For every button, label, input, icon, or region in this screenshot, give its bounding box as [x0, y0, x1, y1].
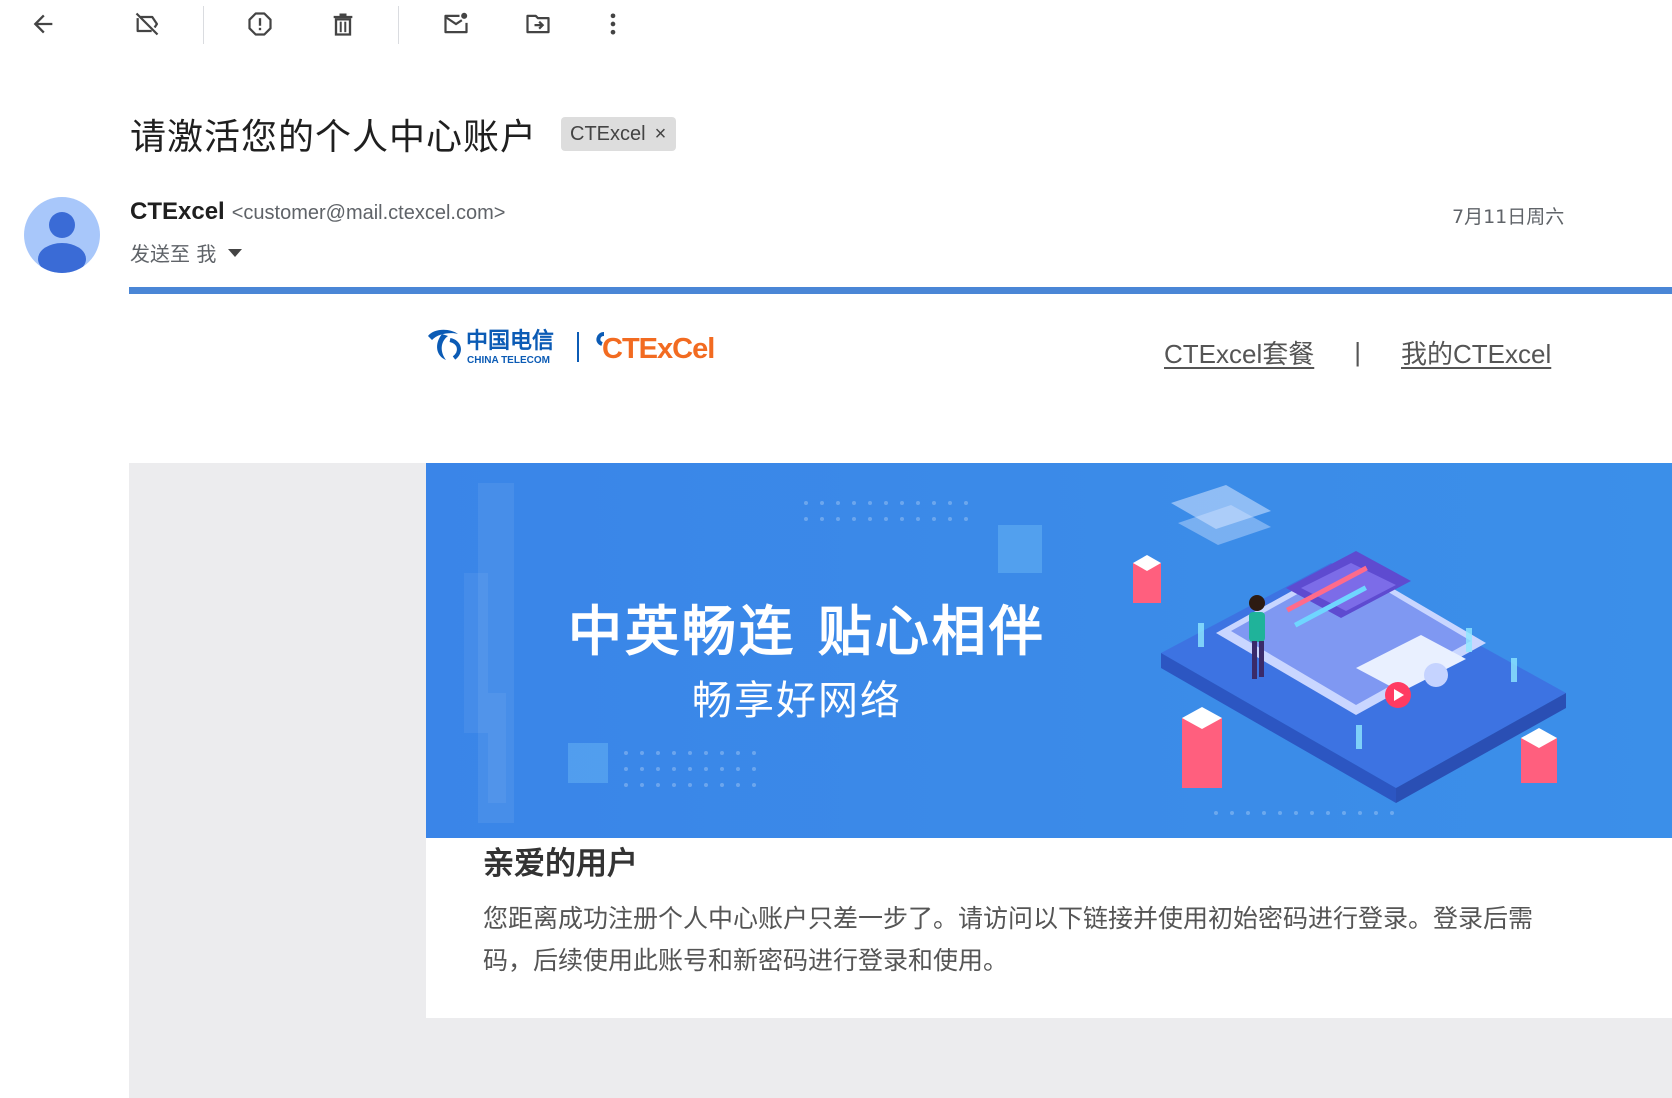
recipient-text: 发送至 我 — [130, 242, 217, 266]
my-ctexcel-link[interactable]: 我的CTExcel — [1401, 334, 1551, 371]
more-options-button[interactable] — [593, 4, 633, 44]
ctexcel-logotype: CTExCel — [602, 333, 714, 365]
back-arrow-icon — [33, 14, 53, 34]
sender-email: <customer@mail.ctexcel.com> — [231, 202, 506, 224]
china-telecom-wordmark: 中国电信 — [466, 328, 554, 354]
person-icon — [38, 212, 86, 273]
banner-subtitle: 畅享好网络 — [692, 678, 902, 724]
label-chip-text: CTExcel — [570, 122, 646, 145]
mark-unread-button[interactable] — [436, 4, 476, 44]
report-spam-icon — [248, 12, 272, 36]
email-nav-links: CTExcel套餐 | 我的CTExcel — [1164, 334, 1551, 371]
delete-icon — [333, 13, 353, 36]
promo-banner: 中英畅连 贴心相伴 畅享好网络 — [426, 463, 1672, 838]
china-telecom-ctexcel-logo: 中国电信 CHINA TELECOM CTExCel — [428, 328, 715, 366]
recipient-line: 发送至 我 — [130, 238, 243, 267]
isometric-phone-illustration — [1133, 485, 1566, 803]
chevron-down-icon[interactable] — [228, 248, 243, 257]
brand-logo: 中国电信 CHINA TELECOM CTExCel — [424, 322, 715, 370]
ctexcel-plans-link[interactable]: CTExcel套餐 — [1164, 334, 1314, 371]
move-to-icon — [526, 14, 550, 34]
email-date: 7月11日周六 — [1452, 206, 1565, 228]
label-off-icon — [135, 12, 159, 36]
move-to-button[interactable] — [518, 4, 558, 44]
delete-button[interactable] — [323, 4, 363, 44]
header-rule — [129, 287, 1672, 294]
email-subject: 请激活您的个人中心账户 — [130, 117, 538, 158]
remove-label-icon[interactable]: × — [655, 123, 667, 146]
toolbar-divider — [203, 6, 204, 44]
paragraph-line-1: 您距离成功注册个人中心账户只差一步了。请访问以下链接并使用初始密码进行登录。登录… — [483, 904, 1534, 933]
sender-name[interactable]: CTExcel — [130, 198, 225, 226]
china-telecom-en-wordmark: CHINA TELECOM — [467, 355, 550, 366]
email-paragraph: 您距离成功注册个人中心账户只差一步了。请访问以下链接并使用初始密码进行登录。登录… — [483, 898, 1672, 982]
label-chip[interactable]: CTExcel × — [561, 117, 677, 151]
message-toolbar — [0, 0, 1672, 52]
nav-separator: | — [1354, 337, 1362, 367]
toolbar-divider — [398, 6, 399, 44]
sender-avatar[interactable] — [24, 197, 100, 273]
email-greeting: 亲爱的用户 — [483, 846, 638, 882]
mark-unread-icon — [444, 12, 468, 34]
report-spam-button[interactable] — [240, 4, 280, 44]
sender-line: CTExcel <customer@mail.ctexcel.com> — [130, 198, 505, 226]
remove-label-button[interactable] — [127, 4, 167, 44]
back-button[interactable] — [23, 4, 63, 44]
more-vert-icon — [610, 13, 616, 35]
paragraph-line-2: 码，后续使用此账号和新密码进行登录和使用。 — [483, 946, 1009, 975]
email-subject-row: 请激活您的个人中心账户 CTExcel × — [130, 108, 677, 160]
banner-title: 中英畅连 贴心相伴 — [568, 600, 1046, 663]
